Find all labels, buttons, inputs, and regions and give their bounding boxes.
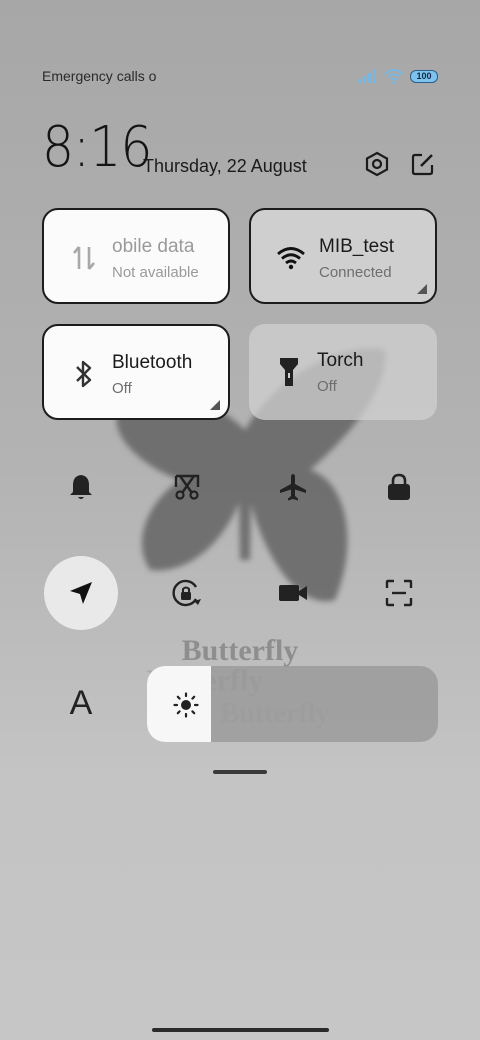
mobile-data-icon bbox=[66, 240, 102, 276]
tile-bluetooth-title: Bluetooth bbox=[112, 352, 193, 373]
tile-wifi-title: MIB_test bbox=[319, 236, 394, 257]
location-icon bbox=[70, 582, 92, 604]
font-size-button[interactable]: A bbox=[44, 666, 118, 740]
torch-icon bbox=[271, 354, 307, 390]
airplane-icon bbox=[280, 474, 306, 501]
wallpaper-text: Butterfly bbox=[182, 634, 299, 667]
wifi-icon bbox=[273, 240, 309, 276]
gesture-nav-bar[interactable] bbox=[152, 1028, 329, 1032]
toggle-ringer[interactable] bbox=[44, 450, 118, 524]
tile-wifi-status: Connected bbox=[319, 264, 392, 281]
lock-icon bbox=[388, 473, 410, 500]
screenshot-icon bbox=[174, 474, 200, 500]
signal-bars-icon bbox=[358, 69, 376, 83]
font-size-label: A bbox=[69, 683, 93, 722]
toggle-scanner[interactable] bbox=[362, 556, 436, 630]
tile-mobile-data[interactable]: obile data Not available bbox=[42, 208, 230, 304]
scan-icon bbox=[385, 579, 413, 607]
toggle-screen-recorder[interactable] bbox=[256, 556, 330, 630]
clock: 8:16 bbox=[42, 115, 152, 180]
toggle-airplane[interactable] bbox=[256, 450, 330, 524]
video-camera-icon bbox=[279, 585, 307, 601]
date: Thursday, 22 August bbox=[143, 156, 307, 176]
toggle-screenshot[interactable] bbox=[150, 450, 224, 524]
bluetooth-icon bbox=[66, 356, 102, 392]
tile-torch-title: Torch bbox=[317, 350, 364, 371]
brightness-slider[interactable] bbox=[147, 666, 438, 742]
tile-wifi[interactable]: MIB_test Connected bbox=[249, 208, 437, 304]
panel-drag-handle[interactable] bbox=[213, 770, 267, 774]
expand-corner-icon[interactable] bbox=[210, 400, 220, 410]
toggle-rotation-lock[interactable] bbox=[150, 556, 224, 630]
bell-icon bbox=[70, 475, 92, 499]
status-bar: Emergency calls o 100 bbox=[42, 66, 438, 88]
carrier-text: Emergency calls o bbox=[42, 68, 157, 84]
toggle-location[interactable] bbox=[44, 556, 118, 630]
tile-mobile-data-title: obile data bbox=[112, 236, 195, 257]
tile-bluetooth[interactable]: Bluetooth Off bbox=[42, 324, 230, 420]
rotation-lock-icon bbox=[172, 579, 201, 607]
battery-indicator: 100 bbox=[410, 69, 438, 83]
tile-torch[interactable]: Torch Off bbox=[249, 324, 437, 420]
tile-torch-status: Off bbox=[317, 378, 337, 395]
wifi-icon bbox=[384, 68, 404, 84]
tile-bluetooth-status: Off bbox=[112, 380, 132, 397]
sun-icon bbox=[173, 692, 199, 718]
expand-corner-icon[interactable] bbox=[417, 284, 427, 294]
tile-mobile-data-status: Not available bbox=[112, 264, 199, 281]
edit-icon[interactable] bbox=[407, 148, 439, 180]
status-icons: 100 bbox=[358, 66, 438, 86]
toggle-lock-screen[interactable] bbox=[362, 450, 436, 524]
settings-hexagon-icon[interactable] bbox=[361, 148, 393, 180]
